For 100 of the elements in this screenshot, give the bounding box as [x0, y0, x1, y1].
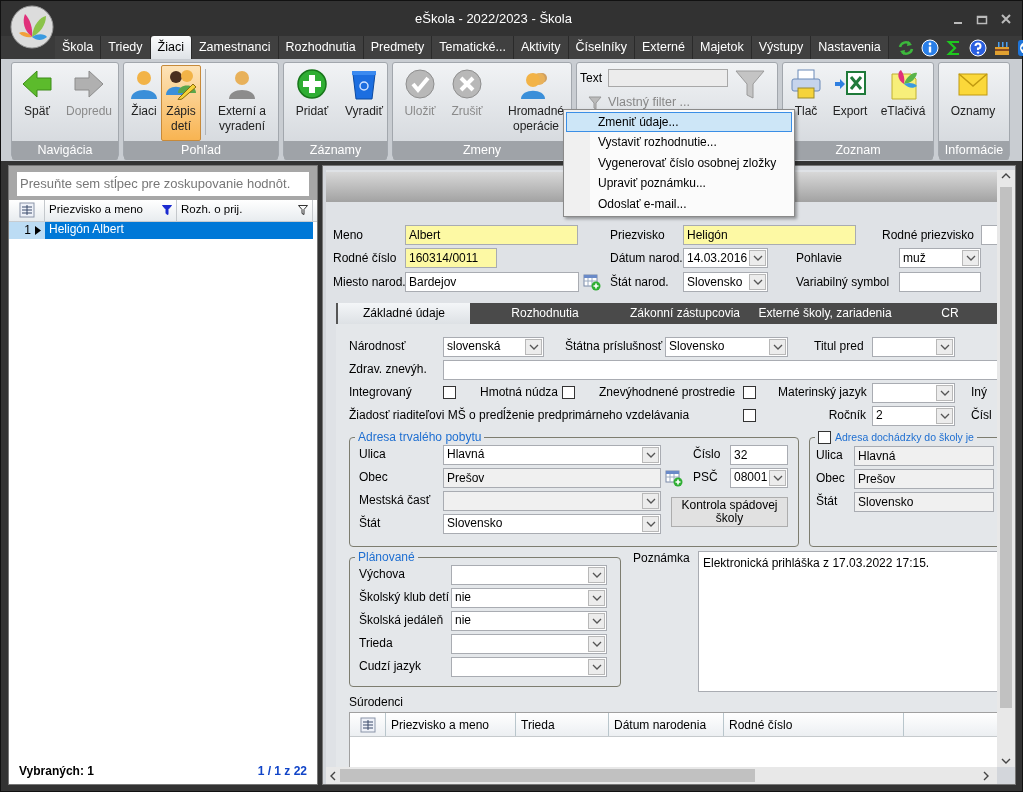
- info-icon[interactable]: [920, 38, 939, 57]
- table-add-icon[interactable]: [665, 468, 683, 487]
- menu-tab[interactable]: Žiaci: [150, 36, 192, 59]
- tab[interactable]: Externé školy, zariadenia: [750, 303, 900, 324]
- dropdown[interactable]: Slovensko: [443, 513, 661, 534]
- dropdown[interactable]: nie: [451, 587, 607, 608]
- group-label: Navigácia: [12, 141, 118, 160]
- column-header[interactable]: Trieda: [516, 713, 609, 737]
- field-label: Ulica: [359, 447, 387, 462]
- menu-tab[interactable]: Tematické...: [432, 36, 514, 59]
- text-field[interactable]: Prešov: [854, 468, 994, 489]
- table-add-icon[interactable]: [583, 273, 601, 291]
- text-field[interactable]: [443, 359, 997, 380]
- menu-tab[interactable]: Predmety: [363, 36, 433, 59]
- scrollbar-thumb[interactable]: [340, 769, 755, 782]
- column-chooser-icon[interactable]: [18, 202, 35, 219]
- funnel-icon: [588, 95, 602, 110]
- ribbon-button[interactable]: Export: [826, 65, 874, 141]
- menu-tab[interactable]: Výstupy: [751, 36, 812, 59]
- note-area[interactable]: Elektronická prihláška z 17.03.2022 17:15.: [698, 551, 997, 692]
- scroll-left-icon[interactable]: [330, 770, 336, 781]
- field-label: Zdrav. znevýh.: [349, 362, 428, 377]
- field-label: Národnosť: [349, 339, 407, 354]
- column-header[interactable]: Rozh. o prij.: [177, 199, 313, 221]
- tab[interactable]: Základné údaje: [336, 303, 470, 324]
- group-by-drop-area[interactable]: Presuňte sem stĺpec pre zoskupovanie hodnôt.: [17, 172, 309, 196]
- scroll-down-icon[interactable]: [1001, 758, 1011, 764]
- checkbox[interactable]: [743, 409, 756, 422]
- ribbon-button[interactable]: Externí a vyradení: [210, 65, 274, 141]
- ribbon-button[interactable]: Vyradiť: [337, 65, 391, 141]
- menu-tab[interactable]: Externé: [634, 36, 693, 59]
- help-icon[interactable]: [968, 38, 987, 57]
- column-chooser-icon[interactable]: [359, 716, 376, 733]
- menu-item[interactable]: Upraviť poznámku...: [566, 173, 792, 194]
- field-label: Znevýhodnené prostredie: [599, 385, 737, 400]
- menu-item[interactable]: Odoslať e-mail...: [566, 193, 792, 214]
- plus-circle-icon: [296, 68, 328, 100]
- menu-tab[interactable]: Nastavenia: [811, 36, 889, 59]
- ribbon-button[interactable]: Späť: [15, 65, 59, 141]
- dropdown[interactable]: slovenská: [443, 336, 544, 357]
- text-field[interactable]: [899, 272, 981, 292]
- text-field[interactable]: 160314/0011: [405, 248, 497, 268]
- text-field[interactable]: Albert: [405, 225, 578, 245]
- checkbox[interactable]: [818, 431, 831, 444]
- tab[interactable]: Zákonní zástupcovia: [620, 303, 750, 324]
- menu-tab[interactable]: Zamestnanci: [191, 36, 279, 59]
- field-label: Trieda: [359, 636, 394, 651]
- scroll-right-icon[interactable]: [983, 770, 989, 781]
- scrollbar-thumb[interactable]: [1000, 187, 1012, 708]
- dropdown[interactable]: nie: [451, 610, 607, 631]
- dropdown[interactable]: muž: [899, 248, 981, 268]
- ribbon-button[interactable]: Zápis detí: [161, 65, 201, 141]
- text-field[interactable]: Heligón: [683, 225, 856, 245]
- menu-tab[interactable]: Škola: [55, 36, 102, 59]
- pager-text: 1 / 1 z 22: [257, 763, 307, 778]
- ribbon-button[interactable]: eTlačivá: [874, 65, 932, 141]
- menu-tab[interactable]: Majetok: [693, 36, 752, 59]
- check-button[interactable]: Kontrola spádovej školy: [671, 497, 788, 527]
- context-menu[interactable]: Zmeniť údaje... Vystaviť rozhodnutie... Vygenerovať číslo osobnej zložky Upraviť poznámku... Odoslať e-mail...: [563, 109, 795, 217]
- menu-tab[interactable]: Číselníky: [568, 36, 635, 59]
- tab[interactable]: CR: [900, 303, 997, 324]
- field-label: Rodné priezvisko: [882, 227, 976, 243]
- ribbon-button[interactable]: Oznamy: [942, 65, 1004, 141]
- close-icon[interactable]: [1000, 12, 1012, 25]
- menu-item[interactable]: Zmeniť údaje...: [566, 112, 792, 133]
- text-field[interactable]: Hlavná: [854, 445, 994, 466]
- checkbox[interactable]: [443, 386, 456, 399]
- chevron-down-icon: [752, 279, 763, 285]
- scroll-up-icon[interactable]: [1001, 173, 1011, 179]
- text-field[interactable]: Bardejov: [405, 272, 579, 292]
- ribbon-button[interactable]: Pridať: [287, 65, 337, 141]
- text-field[interactable]: Slovensko: [854, 491, 994, 512]
- column-header[interactable]: Dátum narodenia: [609, 713, 724, 737]
- column-header[interactable]: Rodné číslo: [724, 713, 904, 737]
- checkbox[interactable]: [562, 386, 575, 399]
- dropdown[interactable]: Hlavná: [443, 444, 661, 465]
- chevron-down-icon: [528, 343, 539, 350]
- menu-tab[interactable]: Rozhodnutia: [278, 36, 364, 59]
- menu-tab[interactable]: Triedy: [101, 36, 151, 59]
- tab[interactable]: Rozhodnutia: [470, 303, 620, 324]
- check-circle-icon: [404, 68, 436, 100]
- dropdown[interactable]: 08001: [730, 467, 788, 488]
- refresh-icon[interactable]: [896, 38, 915, 57]
- field-label: Žiadosť riaditeľovi MŠ o predĺženie predprimárneho vzdelávania: [349, 408, 691, 423]
- dropdown[interactable]: Slovensko: [683, 272, 768, 292]
- field-label: Integrovaný: [349, 385, 413, 400]
- field-label: Obec: [816, 471, 846, 486]
- dropdown[interactable]: 14.03.2016: [683, 248, 768, 268]
- menu-tab[interactable]: Aktivity: [513, 36, 569, 59]
- dropdown[interactable]: 2: [872, 405, 955, 426]
- selected-count: Vybraných: 1: [19, 763, 94, 778]
- column-header[interactable]: Priezvisko a meno: [45, 199, 177, 221]
- text-field[interactable]: 32: [730, 444, 788, 465]
- text-field[interactable]: [608, 69, 728, 87]
- ribbon-button[interactable]: Žiaci: [127, 65, 161, 141]
- chevron-down-icon: [752, 255, 763, 261]
- text-field[interactable]: Prešov: [443, 467, 661, 488]
- dropdown[interactable]: Slovensko: [665, 336, 788, 357]
- column-header[interactable]: Priezvisko a meno: [386, 713, 516, 737]
- checkbox[interactable]: [743, 386, 756, 399]
